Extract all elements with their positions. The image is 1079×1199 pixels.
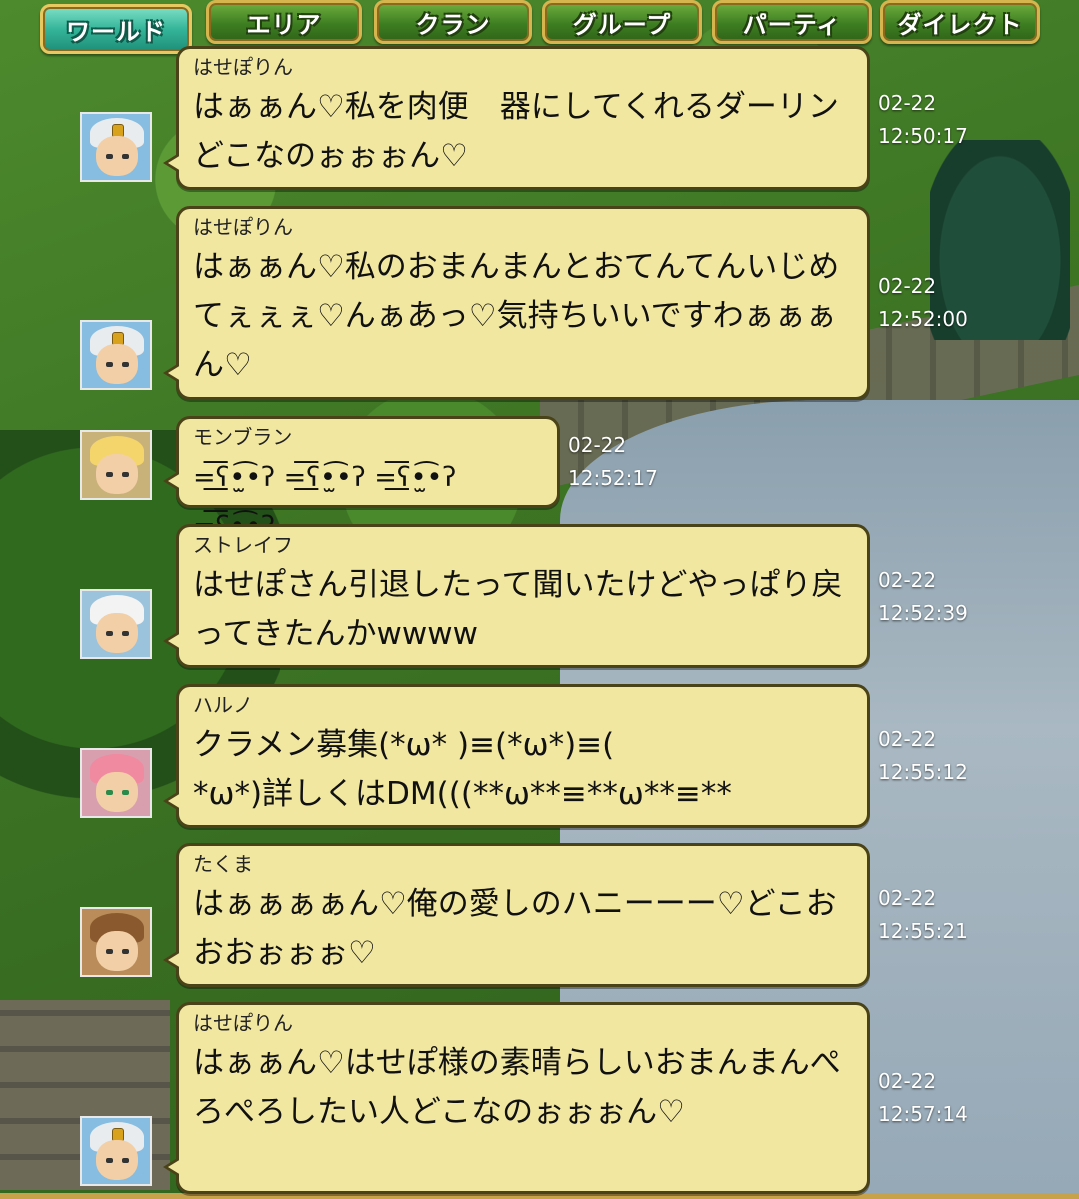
message-text: はぁぁん♡はせぽ様の素晴らしいおまんまんぺろぺろしたい人どこなのぉぉぉん♡ (193, 1045, 841, 1130)
turban-boy-avatar[interactable] (80, 320, 152, 390)
message-timestamp: 02-22 12:55:21 (878, 886, 968, 943)
message-text: はぁぁぁぁん♡俺の愛しのハニーーー♡どこおおおぉぉぉ♡ (193, 886, 837, 971)
turban-boy-avatar[interactable] (80, 112, 152, 182)
tab-world[interactable]: ワールド (40, 4, 192, 54)
tab-party[interactable]: パーティ (712, 0, 872, 44)
tab-clan[interactable]: クラン (374, 0, 532, 44)
sender-name: たくま (193, 852, 253, 876)
blonde-girl-avatar[interactable] (80, 430, 152, 500)
message-text: はせぽさん引退したって聞いたけどやっぱり戻ってきたんかwwww (193, 567, 843, 652)
message-bubble[interactable]: はせぽりん はぁぁん♡はせぽ様の素晴らしいおまんまんぺろぺろしたい人どこなのぉぉ… (163, 1002, 870, 1194)
sender-name: はせぽりん (193, 1011, 293, 1035)
sender-name: ハルノ (193, 693, 253, 717)
tab-group[interactable]: グループ (542, 0, 702, 44)
message-timestamp: 02-22 12:57:14 (878, 1069, 968, 1126)
bear-hood-avatar[interactable] (80, 907, 152, 977)
message-text: はぁぁん♡私のおまんまんとおてんてんいじめてぇぇぇ♡んぁあっ♡気持ちいいですわぁ… (193, 249, 840, 383)
message-timestamp: 02-22 12:55:12 (878, 727, 968, 784)
message-bubble[interactable]: ハルノ クラメン募集(*ω* )≡(*ω*)≡( *ω*)詳しくはDM(((**… (163, 684, 870, 828)
sender-name: はせぽりん (193, 55, 293, 79)
message-bubble[interactable]: ストレイフ はせぽさん引退したって聞いたけどやっぱり戻ってきたんかwwww (163, 524, 870, 668)
message-bubble[interactable]: たくま はぁぁぁぁん♡俺の愛しのハニーーー♡どこおおおぉぉぉ♡ (163, 843, 870, 987)
message-timestamp: 02-22 12:52:39 (878, 568, 968, 625)
tab-direct[interactable]: ダイレクト (880, 0, 1040, 44)
message-timestamp: 02-22 12:50:17 (878, 91, 968, 148)
message-text: クラメン募集(*ω* )≡(*ω*)≡( *ω*)詳しくはDM(((**ω**≡… (193, 727, 732, 812)
message-text: はぁぁん♡私を肉便 器にしてくれるダーリンどこなのぉぉぉん♡ (193, 89, 839, 174)
sender-name: はせぽりん (193, 215, 293, 239)
white-hair-avatar[interactable] (80, 589, 152, 659)
sender-name: モンブラン (193, 425, 293, 449)
message-timestamp: 02-22 12:52:00 (878, 274, 968, 331)
message-bubble[interactable]: はせぽりん はぁぁん♡私を肉便 器にしてくれるダーリンどこなのぉぉぉん♡ (163, 46, 870, 190)
message-bubble[interactable]: モンブラン =͟͟͞͞ʕ•̫͡•ʔ =͟͟͞͞ʕ•̫͡•ʔ =͟͟͞͞ʕ•̫͡•… (163, 416, 560, 542)
turban-boy-avatar[interactable] (80, 1116, 152, 1186)
message-bubble[interactable]: はせぽりん はぁぁん♡私のおまんまんとおてんてんいじめてぇぇぇ♡んぁあっ♡気持ち… (163, 206, 870, 400)
sender-name: ストレイフ (193, 533, 293, 557)
pink-hair-girl-avatar[interactable] (80, 748, 152, 818)
message-timestamp: 02-22 12:52:17 (568, 433, 658, 490)
tab-area[interactable]: エリア (206, 0, 362, 44)
